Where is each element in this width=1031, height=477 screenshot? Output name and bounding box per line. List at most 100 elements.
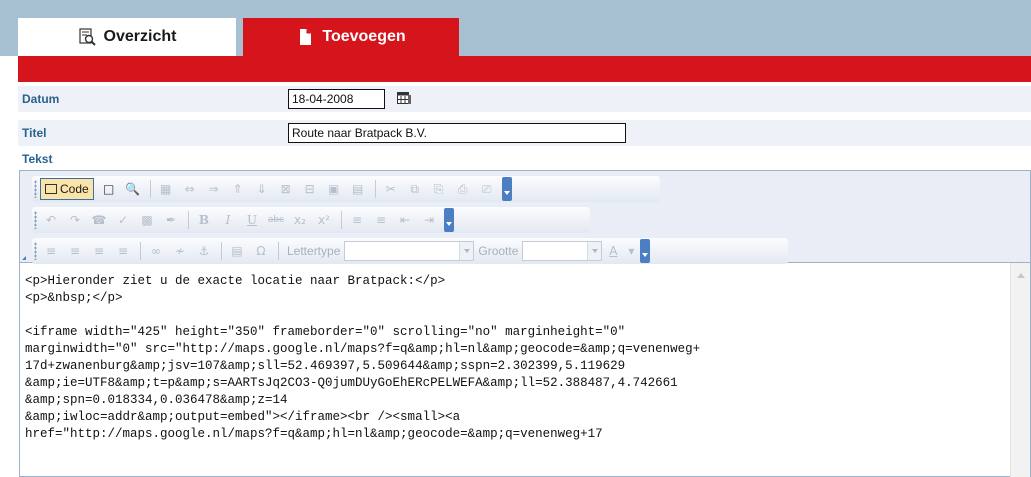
titel-row: Titel Route naar Bratpack B.V. xyxy=(18,120,1031,146)
copy-icon[interactable]: ⧉ xyxy=(404,178,426,200)
link-icon[interactable]: ∞ xyxy=(145,240,167,262)
align-left-icon[interactable]: ≡ xyxy=(40,240,62,262)
size-label: Grootte xyxy=(478,244,519,258)
underline-icon[interactable]: U xyxy=(241,209,263,231)
code-line: <iframe width="425" height="350" framebo… xyxy=(25,325,626,339)
insert-row-below-icon[interactable]: ⇓ xyxy=(251,178,273,200)
delete-column-icon[interactable]: ⊠ xyxy=(275,178,297,200)
font-label: Lettertype xyxy=(287,244,341,258)
strikethrough-icon[interactable]: abc xyxy=(265,209,287,231)
scroll-up-icon[interactable] xyxy=(1017,273,1025,278)
align-center-icon[interactable]: ≡ xyxy=(64,240,86,262)
titel-label: Titel xyxy=(22,126,47,140)
chevron-down-icon xyxy=(587,242,602,260)
titel-field[interactable]: Route naar Bratpack B.V. xyxy=(288,123,626,143)
align-right-icon[interactable]: ≡ xyxy=(88,240,110,262)
bold-icon[interactable]: B xyxy=(193,209,215,231)
toolbar-grip[interactable] xyxy=(34,211,37,229)
editor-toolbars: Code □ 🔍 ▦ ⇔ ⇒ ⇑ ⇓ ⊠ ⊟ ▣ ▤ ✂ ⧉ ⎘ ⎙ ⎚ ↶ ↷ xyxy=(20,171,1030,264)
new-document-icon[interactable]: □ xyxy=(98,178,120,200)
insert-row-above-icon[interactable]: ⇑ xyxy=(227,178,249,200)
vertical-scrollbar[interactable] xyxy=(1010,263,1030,477)
italic-icon[interactable]: I xyxy=(217,209,239,231)
rich-text-editor: Code □ 🔍 ▦ ⇔ ⇒ ⇑ ⇓ ⊠ ⊟ ▣ ▤ ✂ ⧉ ⎘ ⎙ ⎚ ↶ ↷ xyxy=(19,170,1031,477)
cut-icon[interactable]: ✂ xyxy=(380,178,402,200)
code-line: href="http://maps.google.nl/maps?f=q&amp… xyxy=(25,427,603,441)
merge-cells-icon[interactable]: ▣ xyxy=(323,178,345,200)
toolbar-overflow-1[interactable] xyxy=(501,177,512,201)
find-icon[interactable]: ☎ xyxy=(88,209,110,231)
code-line: <p>&nbsp;</p> xyxy=(25,291,123,305)
toolbar-separator xyxy=(188,211,189,229)
tab-bar: Overzicht Toevoegen xyxy=(0,0,1031,56)
toolbar-separator xyxy=(278,242,279,260)
datum-field[interactable]: 18-04-2008 xyxy=(288,89,385,109)
eraser-icon[interactable]: ✒ xyxy=(160,209,182,231)
toolbar-overflow-3[interactable] xyxy=(640,239,651,263)
code-line: &amp;iwloc=addr&amp;output=embed"></ifra… xyxy=(25,410,461,424)
calendar-icon[interactable] xyxy=(397,91,411,105)
subscript-icon[interactable]: x₂ xyxy=(289,209,311,231)
undo-icon[interactable]: ↶ xyxy=(40,209,62,231)
spellcheck-icon[interactable]: ✓ xyxy=(112,209,134,231)
outdent-icon[interactable]: ⇤ xyxy=(394,209,416,231)
table-icon[interactable]: ▦ xyxy=(155,178,177,200)
code-view-icon xyxy=(45,184,57,194)
split-cells-icon[interactable]: ▤ xyxy=(347,178,369,200)
code-line: marginwidth="0" src="http://maps.google.… xyxy=(25,342,701,356)
code-line: &amp;ie=UTF8&amp;t=p&amp;s=AARTsJq2CO3-Q… xyxy=(25,376,678,390)
chevron-down-icon xyxy=(459,242,474,260)
redo-icon[interactable]: ↷ xyxy=(64,209,86,231)
chevron-down-icon[interactable]: ▾ xyxy=(626,240,636,262)
paste-word-icon[interactable]: ⎚ xyxy=(476,178,498,200)
font-select[interactable] xyxy=(344,241,475,261)
resize-corner-icon[interactable] xyxy=(22,256,26,260)
new-page-icon xyxy=(296,28,314,46)
toolbar-separator xyxy=(341,211,342,229)
toolbar-grip[interactable] xyxy=(34,242,37,260)
numbered-list-icon[interactable]: ≡ xyxy=(346,209,368,231)
datum-label: Datum xyxy=(22,92,60,106)
toolbar-separator xyxy=(140,242,141,260)
toolbar-separator xyxy=(149,180,151,198)
code-line: &amp;spn=0.018334,0.036478&amp;z=14 xyxy=(25,393,288,407)
html-source-area[interactable]: <p>Hieronder ziet u de exacte locatie na… xyxy=(20,263,1010,477)
tab-toevoegen-label: Toevoegen xyxy=(322,28,406,45)
justify-icon[interactable]: ≡ xyxy=(112,240,134,262)
special-character-icon[interactable]: Ω xyxy=(250,240,272,262)
image-icon[interactable]: ▤ xyxy=(226,240,248,262)
size-select[interactable] xyxy=(522,241,603,261)
font-color-icon[interactable]: A xyxy=(602,240,624,262)
paste-text-icon[interactable]: ⎙ xyxy=(452,178,474,200)
superscript-icon[interactable]: x² xyxy=(313,209,335,231)
toolbar-row-2: ↶ ↷ ☎ ✓ ▩ ✒ B I U abc x₂ x² ≡ ≡ ⇤ ⇥ xyxy=(32,207,590,233)
preview-icon xyxy=(78,28,96,46)
datum-row: Datum 18-04-2008 xyxy=(18,86,1031,112)
code-button-label: Code xyxy=(60,182,89,196)
code-line: <p>Hieronder ziet u de exacte locatie na… xyxy=(25,274,446,288)
code-line: 17d+zwanenburg&amp;jsv=107&amp;sll=52.46… xyxy=(25,359,626,373)
toolbar-separator xyxy=(374,180,376,198)
tab-toevoegen[interactable]: Toevoegen xyxy=(243,18,459,56)
insert-column-left-icon[interactable]: ⇔ xyxy=(179,178,201,200)
delete-row-icon[interactable]: ⊟ xyxy=(299,178,321,200)
toolbar-grip[interactable] xyxy=(34,180,37,198)
tab-overzicht[interactable]: Overzicht xyxy=(18,18,236,56)
insert-column-right-icon[interactable]: ⇒ xyxy=(203,178,225,200)
toolbar-row-3: ≡ ≡ ≡ ≡ ∞ ≁ ⚓ ▤ Ω Lettertype Grootte A ▾ xyxy=(32,238,788,264)
anchor-icon[interactable]: ⚓ xyxy=(193,240,215,262)
code-button[interactable]: Code xyxy=(40,178,94,200)
paste-icon[interactable]: ⎘ xyxy=(428,178,450,200)
toolbar-separator xyxy=(221,242,222,260)
preview-icon[interactable]: 🔍 xyxy=(122,178,144,200)
header-bar xyxy=(18,56,1031,82)
unlink-icon[interactable]: ≁ xyxy=(169,240,191,262)
select-all-icon[interactable]: ▩ xyxy=(136,209,158,231)
tekst-label: Tekst xyxy=(22,152,53,166)
tab-overzicht-label: Overzicht xyxy=(103,28,177,45)
indent-icon[interactable]: ⇥ xyxy=(418,209,440,231)
toolbar-row-1: Code □ 🔍 ▦ ⇔ ⇒ ⇑ ⇓ ⊠ ⊟ ▣ ▤ ✂ ⧉ ⎘ ⎙ ⎚ xyxy=(32,176,660,202)
bullet-list-icon[interactable]: ≡ xyxy=(370,209,392,231)
toolbar-overflow-2[interactable] xyxy=(444,208,454,232)
